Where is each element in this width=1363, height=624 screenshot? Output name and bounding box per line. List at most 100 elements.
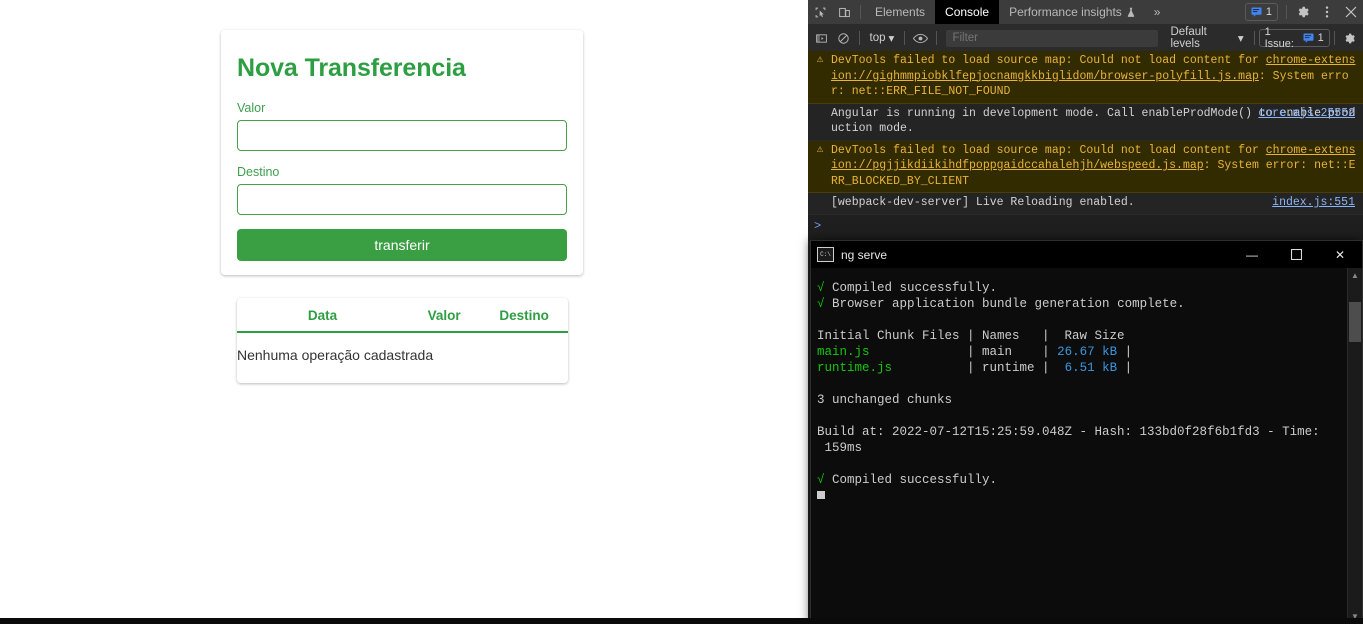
issues-label: 1 Issue: (1264, 26, 1294, 50)
eye-icon[interactable] (909, 26, 931, 50)
check-icon-1: √ (817, 281, 825, 295)
terminal-close-button[interactable]: ✕ (1318, 241, 1362, 268)
log-levels-label: Default levels (1170, 26, 1207, 50)
terminal-chunk-runtime-name: runtime.js (817, 361, 893, 375)
warning-icon-2: ⚠ (816, 143, 824, 156)
operations-table-card: Data Valor Destino Nenhuma operação cada… (237, 298, 568, 383)
terminal-titlebar[interactable]: C:\ ng serve — ✕ (811, 241, 1362, 268)
terminal-title-label: ng serve (841, 247, 888, 262)
column-header-destino: Destino (480, 298, 568, 333)
tab-console-label: Console (945, 5, 990, 19)
devtools-panel: Elements Console Performance insights » (808, 0, 1363, 624)
terminal-chunk-runtime-chunk: runtime (982, 361, 1035, 375)
check-icon-2: √ (817, 297, 825, 311)
table-header-row: Data Valor Destino (237, 298, 568, 333)
column-header-valor: Valor (408, 298, 481, 333)
console-source-link-2[interactable]: index.js:551 (1272, 195, 1355, 211)
gear-icon[interactable] (1291, 0, 1315, 24)
console-message-text-3: DevTools failed to load source map: Coul… (831, 143, 1357, 190)
terminal-chunk-main-sep1: | (869, 345, 983, 359)
console-message-warning-2[interactable]: ⚠ DevTools failed to load source map: Co… (808, 140, 1363, 193)
log-levels-selector[interactable]: Default levels ▾ (1164, 26, 1249, 50)
flask-icon (1126, 7, 1136, 18)
kebab-menu-icon[interactable] (1315, 0, 1339, 24)
empty-state-message: Nenhuma operação cadastrada (237, 347, 434, 363)
no-icon-1 (814, 106, 826, 137)
filterbar-divider-4 (1253, 31, 1255, 45)
tab-elements[interactable]: Elements (865, 0, 935, 24)
terminal-scrollbar[interactable]: ▲ ▼ (1347, 268, 1362, 623)
chevron-down-icon: ▾ (888, 33, 895, 45)
valor-input[interactable] (237, 120, 567, 151)
tab-elements-label: Elements (875, 5, 926, 19)
issues-count: 1 (1317, 32, 1324, 44)
chevron-down-icon-levels: ▾ (1237, 33, 1244, 45)
filterbar-divider (858, 31, 860, 45)
tab-performance-insights-label: Performance insights (1009, 5, 1122, 19)
console-message-warning-1[interactable]: ⚠ DevTools failed to load source map: Co… (808, 51, 1363, 104)
minimize-button[interactable]: — (1230, 241, 1274, 268)
console-prompt[interactable]: > (808, 214, 1363, 237)
terminal-chunk-main-size: 26.67 kB (1057, 345, 1118, 359)
terminal-line-2: Browser application bundle generation co… (824, 297, 1185, 311)
console-message-text-1: DevTools failed to load source map: Coul… (831, 53, 1357, 100)
console-settings-gear-icon[interactable] (1339, 26, 1361, 50)
no-icon-2 (814, 195, 826, 211)
terminal-window: C:\ ng serve — ✕ √ Compiled successfully… (810, 240, 1363, 624)
destino-label: Destino (237, 165, 280, 179)
filterbar-divider-3 (935, 31, 937, 45)
execution-context-label: top (869, 32, 886, 44)
inspect-cursor-icon[interactable] (808, 0, 832, 24)
prompt-symbol: > (814, 218, 822, 233)
terminal-chunk-main-sep3: | (1117, 345, 1133, 359)
message-badge-count: 1 (1265, 6, 1272, 18)
cmd-icon: C:\ (817, 247, 834, 262)
tab-performance-insights[interactable]: Performance insights (999, 0, 1146, 24)
column-header-data: Data (237, 298, 409, 333)
terminal-chunk-main-name: main.js (817, 345, 870, 359)
message-prefix-3: DevTools failed to load source map: Coul… (831, 143, 1266, 157)
angular-app-page: Nova Transferencia Valor Destino transfe… (0, 0, 808, 618)
filter-input[interactable] (946, 29, 1159, 47)
page-title: Nova Transferencia (237, 54, 466, 82)
console-message-info-1[interactable]: Angular is running in development mode. … (808, 103, 1363, 141)
terminal-line-13: Compiled successfully. (824, 473, 998, 487)
terminal-line-1: Compiled successfully. (824, 281, 998, 295)
scrollbar-thumb[interactable] (1349, 302, 1361, 342)
terminal-chunk-main-sep2: | (1012, 345, 1058, 359)
tab-console[interactable]: Console (935, 0, 1000, 24)
close-icon[interactable] (1339, 0, 1363, 24)
execution-context-selector[interactable]: top ▾ (864, 31, 901, 45)
console-message-info-2[interactable]: [webpack-dev-server] Live Reloading enab… (808, 193, 1363, 215)
terminal-chunk-runtime-sep3: | (1117, 361, 1133, 375)
terminal-chunk-main-chunk: main (982, 345, 1013, 359)
message-icon (1251, 7, 1262, 17)
warning-icon: ⚠ (816, 54, 824, 66)
destino-input[interactable] (237, 184, 567, 215)
console-message-badge[interactable]: 1 (1244, 3, 1278, 21)
clear-console-icon[interactable] (832, 26, 854, 50)
terminal-build-time: 159ms (817, 441, 863, 455)
issues-button[interactable]: 1 Issue: 1 (1258, 26, 1330, 50)
transferir-button[interactable]: transferir (237, 229, 567, 261)
filterbar-divider-5 (1333, 31, 1335, 45)
devtools-tabbar: Elements Console Performance insights » (808, 0, 1363, 25)
destino-field-group: Destino (237, 165, 567, 215)
issues-message-icon (1303, 33, 1314, 43)
terminal-cursor (817, 491, 825, 499)
new-transfer-card: Nova Transferencia Valor Destino transfe… (221, 30, 583, 275)
check-icon-3: √ (817, 473, 825, 487)
terminal-line-4: Initial Chunk Files | Names | Raw Size (817, 329, 1125, 343)
terminal-chunk-runtime-size: 6.51 kB (1064, 361, 1118, 375)
console-source-link-1[interactable]: core.mjs:25552 (1258, 106, 1355, 122)
device-toolbar-icon[interactable] (832, 0, 856, 24)
terminal-build-line: Build at: 2022-07-12T15:25:59.048Z - Has… (817, 425, 1320, 439)
maximize-button[interactable] (1274, 241, 1318, 268)
console-sidebar-icon[interactable] (810, 26, 832, 50)
toolbar-divider-2 (1286, 5, 1287, 19)
scroll-up-arrow-icon[interactable]: ▲ (1348, 268, 1362, 282)
more-tabs-button[interactable]: » (1146, 5, 1169, 19)
terminal-unchanged-chunks: 3 unchanged chunks (817, 393, 953, 407)
message-prefix-1: DevTools failed to load source map: Coul… (831, 54, 1266, 67)
terminal-output: √ Compiled successfully. √ Browser appli… (811, 268, 1348, 623)
